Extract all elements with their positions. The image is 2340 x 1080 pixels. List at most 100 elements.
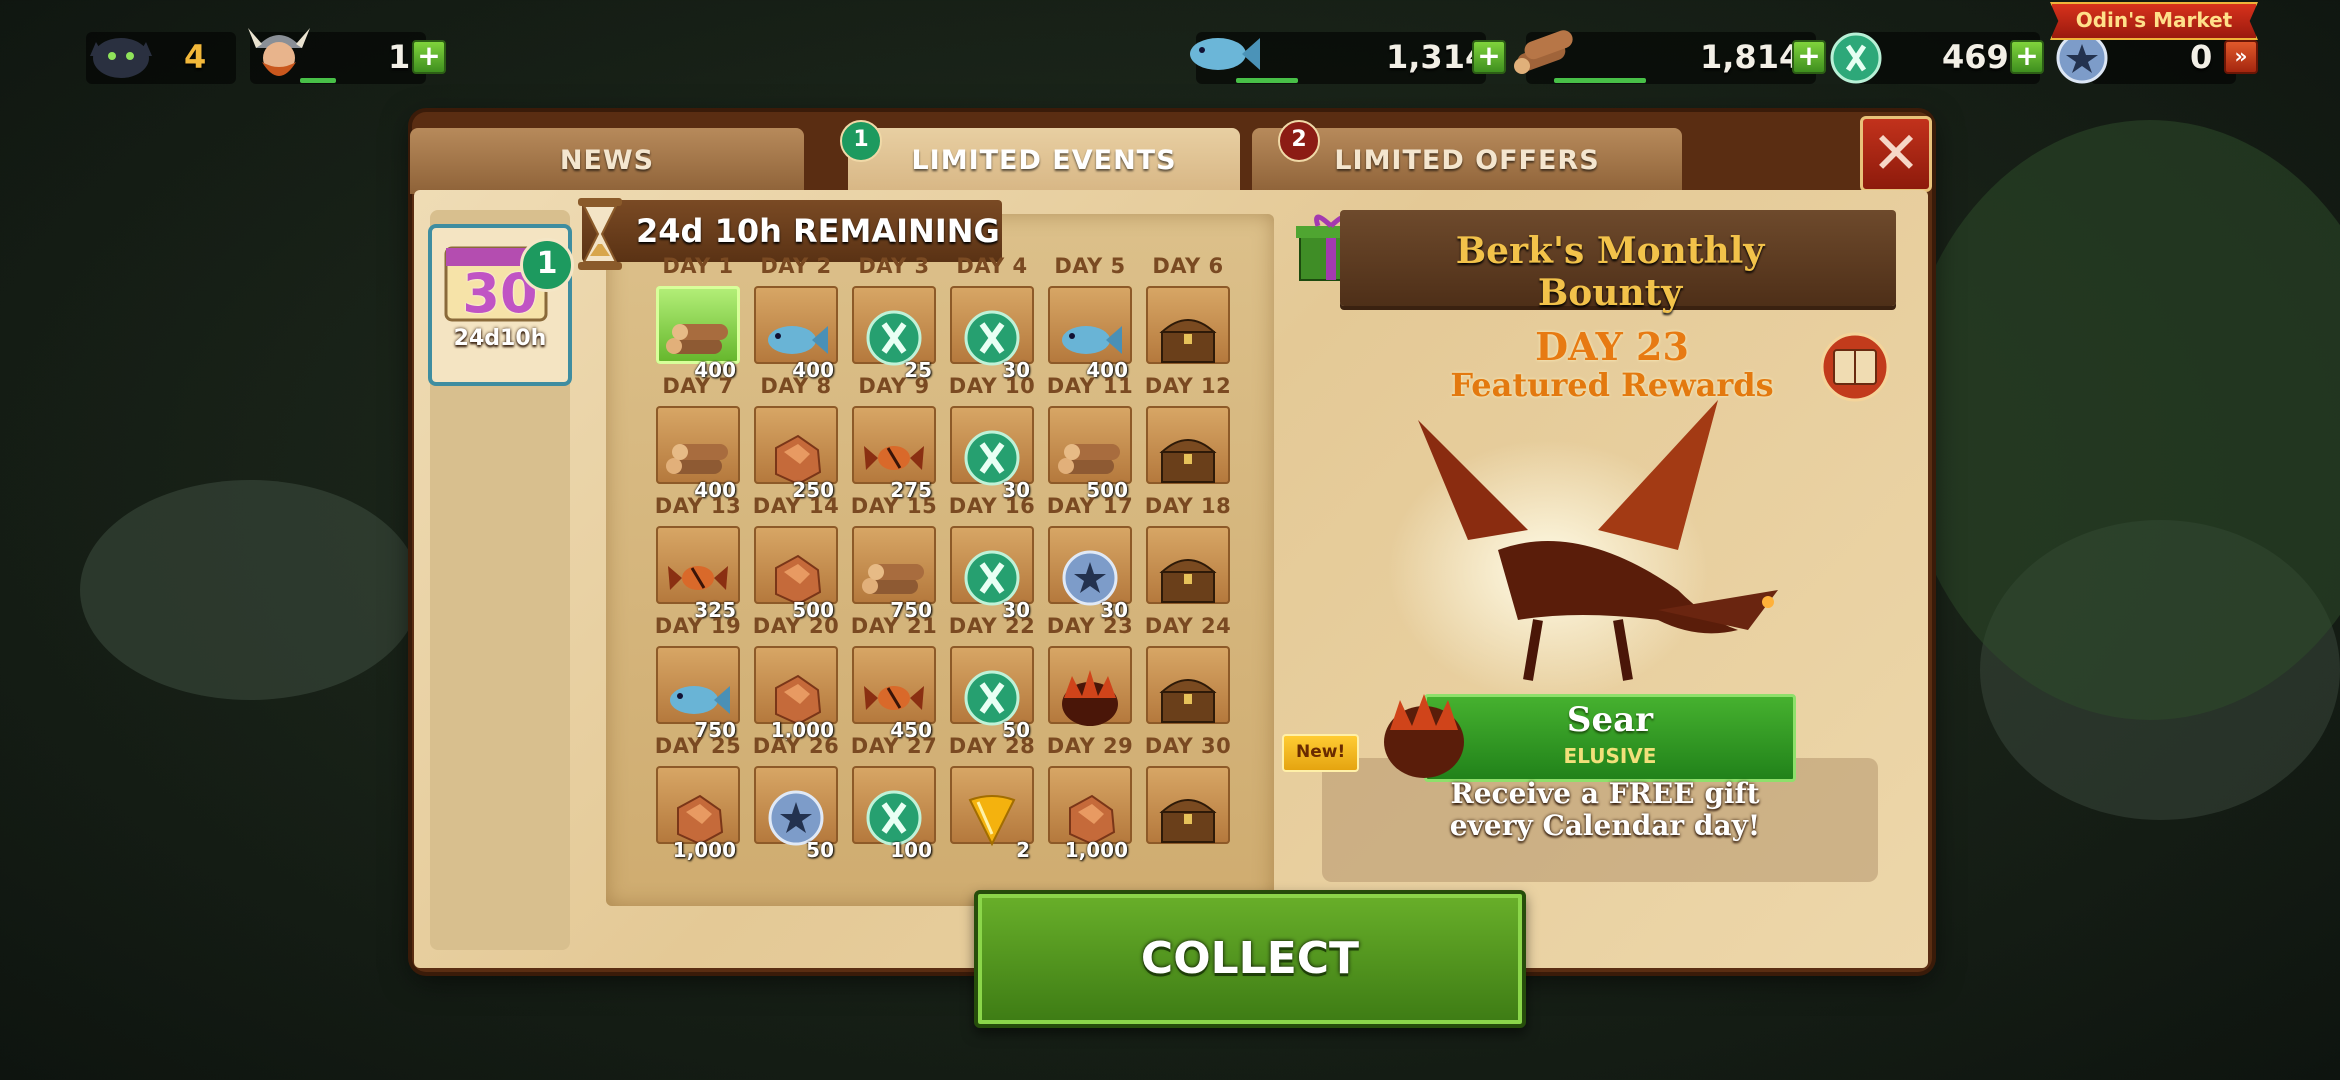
calendar-day-5[interactable]: 400 DAY 5 <box>1048 254 1132 382</box>
calendar-day-12[interactable]: DAY 12 <box>1145 374 1231 484</box>
calendar-day-13[interactable]: 325 DAY 13 <box>655 494 741 622</box>
tab-limited-events[interactable]: LIMITED EVENTS <box>848 128 1240 198</box>
day-label: DAY 8 <box>760 374 832 398</box>
calendar-day-17[interactable]: 30 DAY 17 <box>1047 494 1133 622</box>
day-label: DAY 27 <box>850 734 938 758</box>
day-reward-box: 500 <box>1048 406 1132 502</box>
calendar-day-7[interactable]: 400 DAY 7 <box>656 374 740 502</box>
day-label: DAY 13 <box>654 494 742 518</box>
description-line-1: Receive a FREE gift <box>1450 777 1760 810</box>
add-fish-button[interactable]: + <box>1472 40 1506 74</box>
wood-icon <box>1514 30 1573 74</box>
fish-progress-bar <box>1236 78 1298 83</box>
description-line-2: every Calendar day! <box>1449 809 1761 842</box>
calendar-day-9[interactable]: 275 DAY 9 <box>852 374 936 502</box>
day-reward-box: 30 <box>950 406 1034 502</box>
day-label: DAY 19 <box>654 614 742 638</box>
calendar-day-6[interactable]: DAY 6 <box>1146 254 1230 364</box>
book-icon[interactable] <box>1818 332 1892 402</box>
day-reward-box: 25 <box>852 286 936 382</box>
day-label: DAY 1 <box>662 254 734 278</box>
calendar-day-30[interactable]: DAY 30 <box>1145 734 1231 844</box>
add-wood-button[interactable]: + <box>1792 40 1826 74</box>
day-label: DAY 24 <box>1144 614 1232 638</box>
day-reward-box: 50 <box>950 646 1034 742</box>
chest-icon <box>1159 319 1217 363</box>
calendar-day-28[interactable]: 2 DAY 28 <box>949 734 1035 862</box>
add-vikings-button[interactable]: + <box>412 40 446 74</box>
calendar-day-10[interactable]: 30 DAY 10 <box>949 374 1035 502</box>
day-label: DAY 14 <box>752 494 840 518</box>
hourglass-icon <box>578 198 622 270</box>
calendar-day-26[interactable]: 50 DAY 26 <box>753 734 839 862</box>
day-reward-amount: 1,000 <box>1064 838 1128 862</box>
odin-market-button[interactable]: » <box>2224 40 2258 74</box>
chest-icon <box>1159 439 1217 483</box>
calendar-day-4[interactable]: 30 DAY 4 <box>950 254 1034 382</box>
day-reward-amount: 50 <box>806 838 834 862</box>
calendar-day-19[interactable]: 750 DAY 19 <box>655 614 741 742</box>
dragons-count: 4 <box>184 38 207 76</box>
day-reward-box <box>1146 286 1230 364</box>
calendar-day-27[interactable]: 100 DAY 27 <box>851 734 937 862</box>
calendar-day-21[interactable]: 450 DAY 21 <box>851 614 937 742</box>
day-reward-amount: 2 <box>1016 838 1030 862</box>
calendar-day-2[interactable]: 400 DAY 2 <box>754 254 838 382</box>
calendar-time-remaining: 24d10h <box>453 326 547 351</box>
odins-market-banner[interactable]: Odin's Market <box>2050 2 2258 40</box>
day-reward-box <box>1048 646 1132 726</box>
calendar-day-15[interactable]: 750 DAY 15 <box>851 494 937 622</box>
dragon-egg-icon <box>1384 694 1464 778</box>
calendar-day-18[interactable]: DAY 18 <box>1145 494 1231 604</box>
day-reward-amount: 1,000 <box>672 838 736 862</box>
background-hill <box>1900 120 2340 720</box>
dragon-head-icon <box>90 38 152 78</box>
calendar-day-3[interactable]: 25 DAY 3 <box>852 254 936 382</box>
day-label: DAY 28 <box>948 734 1036 758</box>
vikings-progress-bar <box>300 78 336 83</box>
calendar-day-23[interactable]: DAY 23 <box>1047 614 1133 726</box>
featured-day: DAY 23 <box>1535 324 1689 369</box>
day-label: DAY 22 <box>948 614 1036 638</box>
day-label: DAY 17 <box>1046 494 1134 518</box>
day-label: DAY 9 <box>858 374 930 398</box>
collect-button[interactable]: COLLECT <box>974 890 1526 1028</box>
vikings-count: 1 <box>388 38 411 76</box>
calendar-day-29[interactable]: 1,000 DAY 29 <box>1047 734 1133 862</box>
bounty-title: Berk's Monthly Bounty <box>1455 230 1765 314</box>
day-reward-box: 750 <box>852 526 936 622</box>
day-label: DAY 7 <box>662 374 734 398</box>
calendar-day-16[interactable]: 30 DAY 16 <box>949 494 1035 622</box>
close-button[interactable]: ✕ <box>1860 116 1932 192</box>
day-reward-box: 400 <box>1048 286 1132 382</box>
day-reward-box: 750 <box>656 646 740 742</box>
calendar-day-1[interactable]: 400 DAY 1 <box>656 254 740 382</box>
calendar-day-24[interactable]: DAY 24 <box>1145 614 1231 724</box>
day-label: DAY 2 <box>760 254 832 278</box>
tab-news[interactable]: NEWS <box>410 128 804 194</box>
calendar-badge: 1 <box>520 238 574 292</box>
chest-icon <box>1159 679 1217 723</box>
day-label: DAY 25 <box>654 734 742 758</box>
day-reward-box: 450 <box>852 646 936 742</box>
calendar-day-8[interactable]: 250 DAY 8 <box>754 374 838 502</box>
limited-events-badge: 1 <box>840 120 882 162</box>
wood-amount: 1,814 <box>1700 38 1802 76</box>
chest-icon <box>1159 799 1217 843</box>
day-label: DAY 18 <box>1144 494 1232 518</box>
day-label: DAY 20 <box>752 614 840 638</box>
add-runes-button[interactable]: + <box>2010 40 2044 74</box>
calendar-day-11[interactable]: 500 DAY 11 <box>1047 374 1133 502</box>
dragon-sear-image <box>1388 400 1778 700</box>
calendar-day-22[interactable]: 50 DAY 22 <box>949 614 1035 742</box>
day-reward-amount: 100 <box>890 838 932 862</box>
remaining-timer: 24d 10h REMAINING <box>582 200 1002 262</box>
day-reward-box <box>1146 526 1230 604</box>
calendar-day-20[interactable]: 1,000 DAY 20 <box>753 614 839 742</box>
day-label: DAY 6 <box>1152 254 1224 278</box>
dragon-name: Sear <box>1566 700 1654 740</box>
day-reward-box: 30 <box>950 526 1034 622</box>
day-reward-box: 250 <box>754 406 838 502</box>
calendar-day-25[interactable]: 1,000 DAY 25 <box>655 734 741 862</box>
calendar-day-14[interactable]: 500 DAY 14 <box>753 494 839 622</box>
